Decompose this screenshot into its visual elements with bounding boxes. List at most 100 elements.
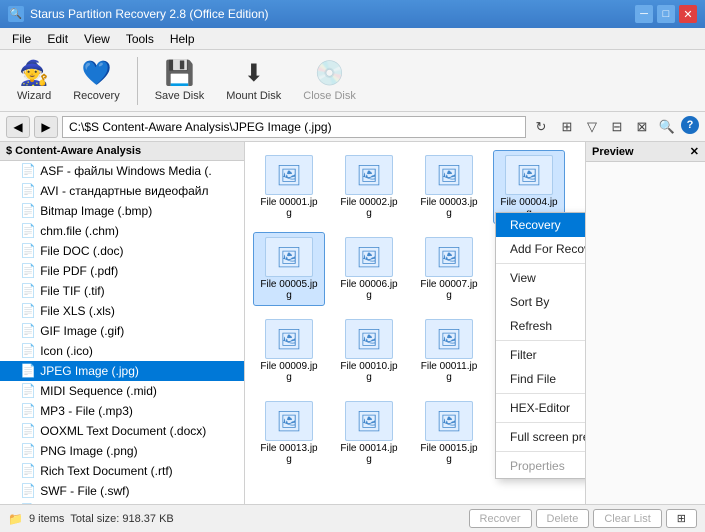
context-menu-label: Properties	[510, 459, 565, 473]
mount-disk-icon: ⬇	[244, 59, 264, 88]
search-icon[interactable]: 🔍	[656, 116, 678, 138]
context-menu-item-full-screen[interactable]: Full screen preview Alt+Enter	[496, 425, 585, 449]
recover-button[interactable]: Recover	[469, 509, 532, 528]
sidebar-item[interactable]: 📄File DOC (.doc)	[0, 241, 244, 261]
sidebar-item[interactable]: 📄Rich Text Document (.rtf)	[0, 461, 244, 481]
sidebar-item[interactable]: 📄SWF - File (.swf)	[0, 481, 244, 501]
context-menu-separator	[496, 263, 585, 264]
address-input[interactable]	[62, 116, 526, 138]
file-name: File 00002.jpg	[338, 197, 400, 219]
file-thumbnail: 🖼	[265, 237, 313, 277]
back-button[interactable]: ◀	[6, 116, 30, 138]
close-disk-button[interactable]: 💿 Close Disk	[294, 54, 365, 108]
recovery-button[interactable]: 💙 Recovery	[64, 54, 128, 108]
refresh-icon[interactable]: ↻	[530, 116, 552, 138]
sidebar-item[interactable]: 📄File TIF (.tif)	[0, 281, 244, 301]
sidebar-item[interactable]: 📄AVI - стандартные видеофайл	[0, 181, 244, 201]
view-icon-2[interactable]: ⊟	[606, 116, 628, 138]
maximize-button[interactable]: □	[657, 5, 675, 23]
save-disk-button[interactable]: 💾 Save Disk	[146, 54, 214, 108]
file-name: File 00006.jpg	[338, 279, 400, 301]
sidebar-item[interactable]: 📄MP3 - File (.mp3)	[0, 401, 244, 421]
file-name: File 00015.jpg	[418, 443, 480, 465]
preview-close-icon[interactable]: ✕	[690, 145, 699, 158]
sidebar-item[interactable]: 📄ASF - файлы Windows Media (.	[0, 161, 244, 181]
view-icon-3[interactable]: ⊠	[631, 116, 653, 138]
context-menu-item-refresh[interactable]: Refresh	[496, 314, 585, 338]
toolbar: 🧙 Wizard 💙 Recovery 💾 Save Disk ⬇ Mount …	[0, 50, 705, 112]
sidebar-item[interactable]: 📄Icon (.ico)	[0, 341, 244, 361]
file-item[interactable]: 🖼 File 00010.jpg	[333, 314, 405, 388]
context-menu-item-view[interactable]: View ▶	[496, 266, 585, 290]
context-menu-item-filter[interactable]: Filter	[496, 343, 585, 367]
file-name: File 00007.jpg	[418, 279, 480, 301]
context-menu-item-recovery[interactable]: Recovery Ctrl+R	[496, 213, 585, 237]
context-menu-label: Filter	[510, 348, 537, 362]
folder-icon: 📄	[20, 423, 36, 439]
sidebar-item[interactable]: 📄GIF Image (.gif)	[0, 321, 244, 341]
folder-icon: 📄	[20, 463, 36, 479]
help-icon[interactable]: ?	[681, 116, 699, 134]
menu-help[interactable]: Help	[162, 30, 203, 48]
context-menu-label: Find File	[510, 372, 556, 386]
wizard-button[interactable]: 🧙 Wizard	[8, 54, 60, 108]
file-item[interactable]: 🖼 File 00011.jpg	[413, 314, 485, 388]
context-menu-label: Recovery	[510, 218, 561, 232]
file-thumbnail: 🖼	[265, 401, 313, 441]
file-area: 🖼 File 00001.jpg 🖼 File 00002.jpg 🖼 File…	[245, 142, 585, 504]
sidebar-tree: 📄ASF - файлы Windows Media (.📄AVI - стан…	[0, 161, 244, 504]
sidebar-item[interactable]: 📄chm.file (.chm)	[0, 221, 244, 241]
context-menu-label: Add For Recovery	[510, 242, 585, 256]
view-icon-1[interactable]: ⊞	[556, 116, 578, 138]
file-thumbnail: 🖼	[345, 237, 393, 277]
file-name: File 00011.jpg	[418, 361, 480, 383]
close-button[interactable]: ✕	[679, 5, 697, 23]
context-menu-item-hex-editor[interactable]: HEX-Editor Ctrl+H	[496, 396, 585, 420]
file-item[interactable]: 🖼 File 00006.jpg	[333, 232, 405, 306]
sidebar-item[interactable]: 📄JPEG Image (.jpg)	[0, 361, 244, 381]
context-menu-label: HEX-Editor	[510, 401, 570, 415]
file-item[interactable]: 🖼 File 00005.jpg	[253, 232, 325, 306]
file-item[interactable]: 🖼 File 00009.jpg	[253, 314, 325, 388]
preview-header: Preview ✕	[586, 142, 705, 162]
sidebar-item[interactable]: 📄Bitmap Image (.bmp)	[0, 201, 244, 221]
file-item[interactable]: 🖼 File 00003.jpg	[413, 150, 485, 224]
menu-file[interactable]: File	[4, 30, 39, 48]
minimize-button[interactable]: ─	[635, 5, 653, 23]
filter-icon[interactable]: ▽	[581, 116, 603, 138]
context-menu-label: View	[510, 271, 536, 285]
sidebar: $ Content-Aware Analysis 📄ASF - файлы Wi…	[0, 142, 245, 504]
delete-button[interactable]: Delete	[536, 509, 590, 528]
folder-icon: 📄	[20, 383, 36, 399]
sidebar-item[interactable]: 📄File XLS (.xls)	[0, 301, 244, 321]
folder-icon: 📄	[20, 403, 36, 419]
folder-icon: 📄	[20, 323, 36, 339]
sidebar-item[interactable]: 📄PNG Image (.png)	[0, 441, 244, 461]
menu-bar: File Edit View Tools Help	[0, 28, 705, 50]
forward-button[interactable]: ▶	[34, 116, 58, 138]
file-thumbnail: 🖼	[505, 155, 553, 195]
sidebar-item[interactable]: 📄OOXML Text Document (.docx)	[0, 421, 244, 441]
context-menu-item-sort-by[interactable]: Sort By ▶	[496, 290, 585, 314]
sidebar-item[interactable]: 📄File PDF (.pdf)	[0, 261, 244, 281]
file-item[interactable]: 🖼 File 00014.jpg	[333, 396, 405, 470]
context-menu-item-add-for-recovery[interactable]: Add For Recovery	[496, 237, 585, 261]
status-bar: 📁 9 items Total size: 918.37 KB Recover …	[0, 504, 705, 532]
context-menu-item-find-file[interactable]: Find File Ctrl+F	[496, 367, 585, 391]
file-item[interactable]: 🖼 File 00013.jpg	[253, 396, 325, 470]
file-item[interactable]: 🖼 File 00002.jpg	[333, 150, 405, 224]
file-item[interactable]: 🖼 File 00015.jpg	[413, 396, 485, 470]
menu-edit[interactable]: Edit	[39, 30, 76, 48]
folder-icon: 📄	[20, 483, 36, 499]
menu-view[interactable]: View	[76, 30, 118, 48]
menu-tools[interactable]: Tools	[118, 30, 162, 48]
settings-icon-button[interactable]: ⊞	[666, 509, 697, 528]
sidebar-item[interactable]: 📄MIDI Sequence (.mid)	[0, 381, 244, 401]
clear-list-button[interactable]: Clear List	[593, 509, 661, 528]
sidebar-header: $ Content-Aware Analysis	[0, 142, 244, 161]
file-name: File 00009.jpg	[258, 361, 320, 383]
file-item[interactable]: 🖼 File 00007.jpg	[413, 232, 485, 306]
file-item[interactable]: 🖼 File 00001.jpg	[253, 150, 325, 224]
mount-disk-button[interactable]: ⬇ Mount Disk	[217, 54, 290, 108]
sidebar-item[interactable]: 📄Архив WinRAR (.bz)	[0, 501, 244, 504]
